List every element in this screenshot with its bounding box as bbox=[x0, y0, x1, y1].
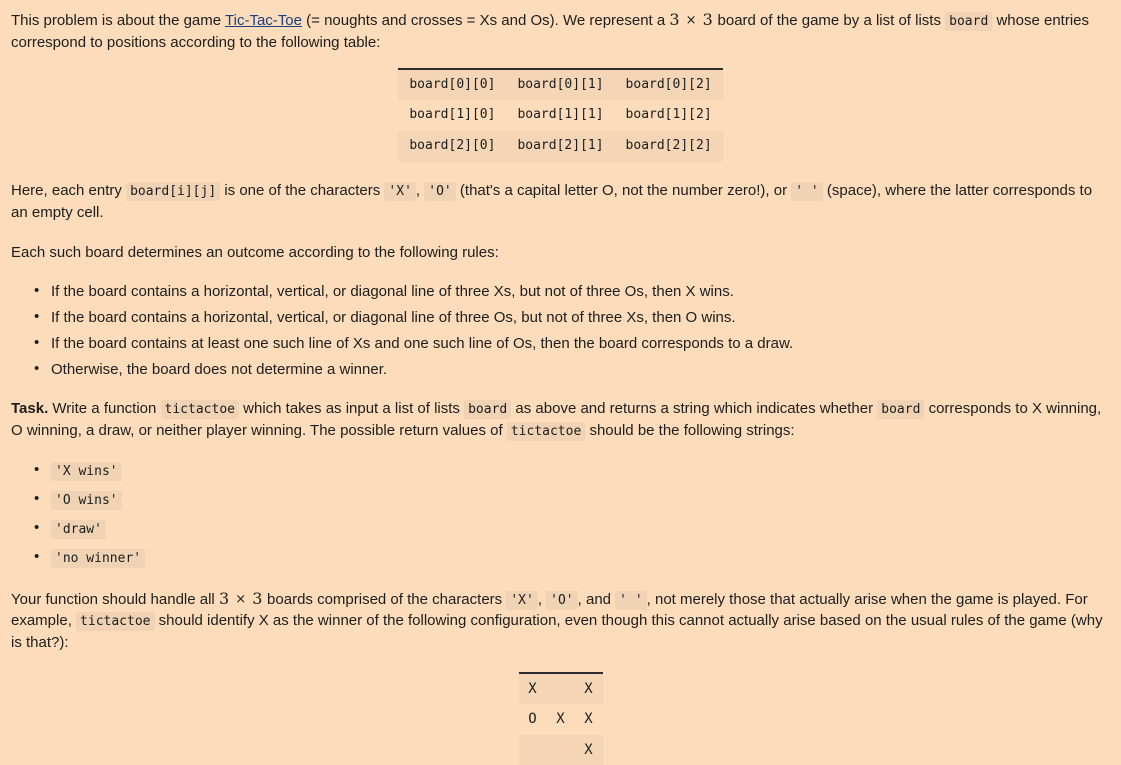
code-return-value: 'X wins' bbox=[51, 462, 122, 482]
code-char-o: 'O' bbox=[424, 182, 456, 202]
intro-paragraph: This problem is about the game Tic-Tac-T… bbox=[11, 8, 1110, 54]
board-cell: X bbox=[584, 711, 593, 728]
board-cell: O bbox=[528, 711, 537, 728]
intro-text-part2: (= noughts and crosses = Xs and Os). We … bbox=[301, 12, 670, 29]
table-row: board[1][0] board[1][1] board[1][2] bbox=[398, 100, 722, 131]
code-char-o-2: 'O' bbox=[546, 590, 578, 610]
example-board-container: X X O X X X bbox=[11, 671, 1110, 765]
code-char-x-2: 'X' bbox=[506, 590, 538, 610]
code-board-ij: board[i][j] bbox=[126, 182, 221, 202]
intro-text-part1: This problem is about the game bbox=[11, 12, 226, 29]
task-text-part3: as above and returns a string which indi… bbox=[511, 400, 878, 418]
tic-tac-toe-link[interactable]: Tic-Tac-Toe bbox=[225, 12, 302, 29]
closing-text-part2: boards comprised of the characters bbox=[262, 590, 507, 608]
board-cell bbox=[518, 734, 547, 765]
table-cell: board[2][1] bbox=[506, 131, 615, 163]
list-item: 'no winner' bbox=[34, 546, 1110, 569]
board-cell: X bbox=[518, 672, 547, 705]
board-cell bbox=[546, 672, 575, 705]
code-tictactoe-fn-2: tictactoe bbox=[506, 422, 586, 442]
code-char-space-2: ' ' bbox=[615, 590, 647, 610]
list-item: 'draw' bbox=[34, 517, 1110, 540]
board-dimensions: 3 × 3 bbox=[669, 10, 714, 29]
task-paragraph: Task. Write a function tictactoe which t… bbox=[11, 398, 1110, 442]
entry-text-part2: is one of the characters bbox=[220, 182, 385, 200]
entry-text-part3: (that's a capital letter O, not the numb… bbox=[455, 182, 792, 200]
closing-text-part1: Your function should handle all bbox=[11, 590, 219, 608]
code-return-value: 'draw' bbox=[51, 519, 106, 539]
code-tictactoe-fn-3: tictactoe bbox=[76, 612, 155, 632]
table-cell: board[1][1] bbox=[517, 107, 604, 123]
intro-text-part3: board of the game by a list of lists bbox=[713, 12, 946, 29]
table-cell: board[2][2] bbox=[614, 131, 723, 163]
rules-intro-paragraph: Each such board determines an outcome ac… bbox=[11, 243, 499, 261]
task-label: Task. bbox=[11, 400, 49, 418]
table-cell: board[1][0] bbox=[409, 107, 496, 123]
list-item: If the board contains at least one such … bbox=[34, 332, 1110, 355]
task-text-part1: Write a function bbox=[48, 400, 161, 418]
code-board-param: board bbox=[464, 400, 512, 420]
table-row: X bbox=[518, 734, 603, 765]
board-cell: X bbox=[556, 711, 565, 728]
code-tictactoe-fn: tictactoe bbox=[160, 400, 239, 420]
board-dimensions-2: 3 × 3 bbox=[218, 588, 263, 608]
table-row: board[0][0] board[0][1] board[0][2] bbox=[398, 68, 723, 101]
closing-comma-1: , bbox=[537, 590, 547, 608]
list-item: If the board contains a horizontal, vert… bbox=[34, 280, 1110, 303]
index-table-container: board[0][0] board[0][1] board[0][2] boar… bbox=[11, 67, 1110, 163]
table-row: board[2][0] board[2][1] board[2][2] bbox=[398, 131, 723, 163]
code-board-param-2: board bbox=[877, 400, 925, 420]
closing-text-part5: should identify X as the winner of the f… bbox=[11, 612, 1103, 652]
rules-list: If the board contains a horizontal, vert… bbox=[11, 280, 1110, 381]
list-item: 'O wins' bbox=[34, 488, 1110, 511]
return-values-list: 'X wins' 'O wins' 'draw' 'no winner' bbox=[11, 459, 1110, 569]
code-return-value: 'O wins' bbox=[51, 491, 122, 510]
code-char-space: ' ' bbox=[791, 182, 823, 202]
board-cell bbox=[546, 734, 575, 765]
board-index-table: board[0][0] board[0][1] board[0][2] boar… bbox=[398, 67, 723, 163]
task-text-part2: which takes as input a list of lists bbox=[238, 400, 465, 418]
list-item: 'X wins' bbox=[34, 459, 1110, 482]
table-cell: board[2][0] bbox=[398, 131, 507, 163]
board-cell: X bbox=[574, 672, 603, 705]
problem-page: This problem is about the game Tic-Tac-T… bbox=[0, 0, 1121, 765]
list-item: If the board contains a horizontal, vert… bbox=[34, 306, 1110, 329]
closing-text-part3: , and bbox=[577, 590, 616, 608]
table-row: X X bbox=[518, 672, 603, 705]
table-cell: board[1][2] bbox=[625, 107, 712, 123]
entry-paragraph: Here, each entry board[i][j] is one of t… bbox=[11, 180, 1110, 224]
table-cell: board[0][2] bbox=[614, 68, 723, 101]
table-cell: board[0][0] bbox=[398, 68, 507, 101]
list-item: Otherwise, the board does not determine … bbox=[34, 358, 1110, 381]
code-return-value: 'no winner' bbox=[51, 548, 146, 568]
code-board-variable: board bbox=[945, 12, 993, 31]
closing-paragraph: Your function should handle all 3 × 3 bo… bbox=[11, 587, 1110, 654]
entry-text-part1: Here, each entry bbox=[11, 182, 127, 200]
board-cell: X bbox=[574, 734, 603, 765]
table-row: O X X bbox=[519, 704, 603, 734]
task-text-part5: should be the following strings: bbox=[585, 422, 795, 440]
code-char-x: 'X' bbox=[384, 182, 416, 202]
table-cell: board[0][1] bbox=[506, 68, 615, 101]
entry-comma-1: , bbox=[415, 182, 425, 200]
example-board-table: X X O X X X bbox=[518, 671, 603, 765]
